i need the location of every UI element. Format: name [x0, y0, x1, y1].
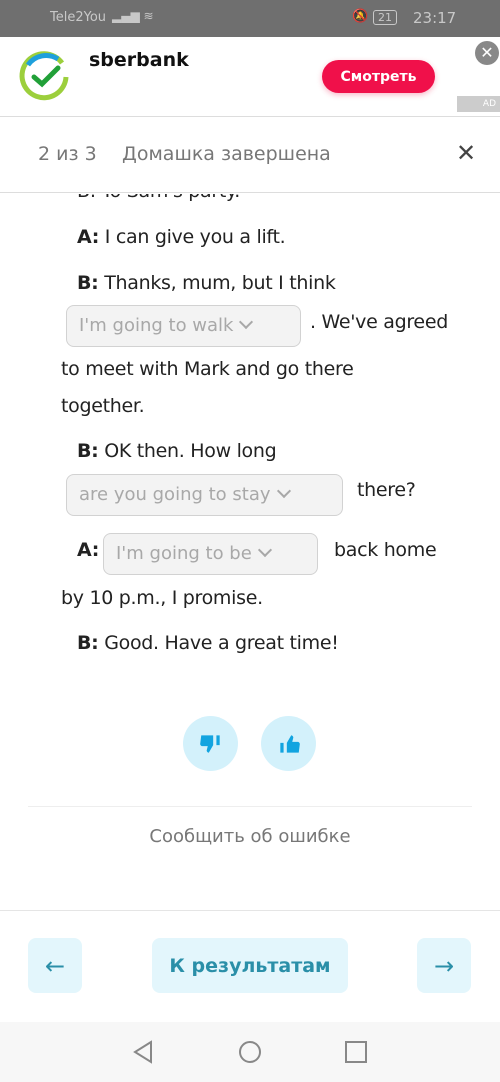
- dialogue-text: by 10 p.m., I promise.: [61, 587, 263, 609]
- close-icon[interactable]: ✕: [456, 139, 476, 167]
- thumbs-up-icon: [279, 734, 300, 753]
- dialogue-text: together.: [61, 395, 145, 417]
- divider: [28, 806, 472, 807]
- ad-watch-button[interactable]: Смотреть: [322, 60, 435, 93]
- header: 2 из 3 Домашка завершена ✕: [0, 117, 500, 193]
- sberbank-logo-icon: [19, 51, 69, 101]
- home-icon[interactable]: [238, 1040, 262, 1064]
- dialogue-line: B: Thanks, mum, but I think: [77, 272, 336, 294]
- back-icon[interactable]: [132, 1040, 154, 1064]
- dislike-button[interactable]: [183, 716, 238, 771]
- ad-banner[interactable]: sberbank Смотреть ✕ AD: [0, 37, 500, 117]
- signal-icon: ▂▄▆ ≋: [112, 9, 154, 23]
- dialogue-text: to meet with Mark and go there: [61, 358, 354, 380]
- next-button[interactable]: →: [417, 938, 471, 993]
- page-title: Домашка завершена: [122, 143, 331, 165]
- thumbs-down-icon: [199, 734, 220, 753]
- prev-button[interactable]: ←: [28, 938, 82, 993]
- dialogue-text: back home: [334, 539, 437, 561]
- report-error-link[interactable]: Сообщить об ошибке: [0, 826, 500, 847]
- status-bar: Tele2You ▂▄▆ ≋ 🔕 21 23:17: [0, 0, 500, 37]
- progress-counter: 2 из 3: [38, 143, 97, 165]
- ad-brand: sberbank: [89, 49, 189, 71]
- chevron-down-icon: [257, 542, 272, 558]
- dialogue-line: A: I can give you a lift.: [77, 226, 286, 248]
- mute-icon: 🔕: [352, 9, 369, 24]
- clipped-line: B: To Sam's party.: [0, 194, 500, 208]
- answer-dropdown-1[interactable]: I'm going to walk: [66, 305, 301, 347]
- dialogue-speaker: A:: [77, 539, 100, 561]
- like-button[interactable]: [261, 716, 316, 771]
- answer-dropdown-3[interactable]: I'm going to be: [103, 533, 318, 575]
- dialogue-line: B: OK then. How long: [77, 440, 277, 462]
- carrier: Tele2You: [50, 10, 107, 25]
- chevron-down-icon: [239, 314, 254, 330]
- battery-icon: 21: [373, 10, 397, 25]
- chevron-down-icon: [276, 483, 291, 499]
- dialogue-text: there?: [357, 479, 416, 501]
- answer-dropdown-2[interactable]: are you going to stay: [66, 474, 343, 516]
- dialogue-text: . We've agreed: [310, 311, 448, 333]
- ad-close-icon[interactable]: ✕: [475, 41, 499, 65]
- recents-icon[interactable]: [345, 1041, 367, 1063]
- dialogue-line: B: Good. Have a great time!: [77, 632, 339, 654]
- clock: 23:17: [413, 9, 457, 27]
- divider: [0, 910, 500, 911]
- ad-badge: AD: [457, 96, 500, 112]
- system-nav-bar: [0, 1022, 500, 1082]
- results-button[interactable]: К результатам: [152, 938, 348, 993]
